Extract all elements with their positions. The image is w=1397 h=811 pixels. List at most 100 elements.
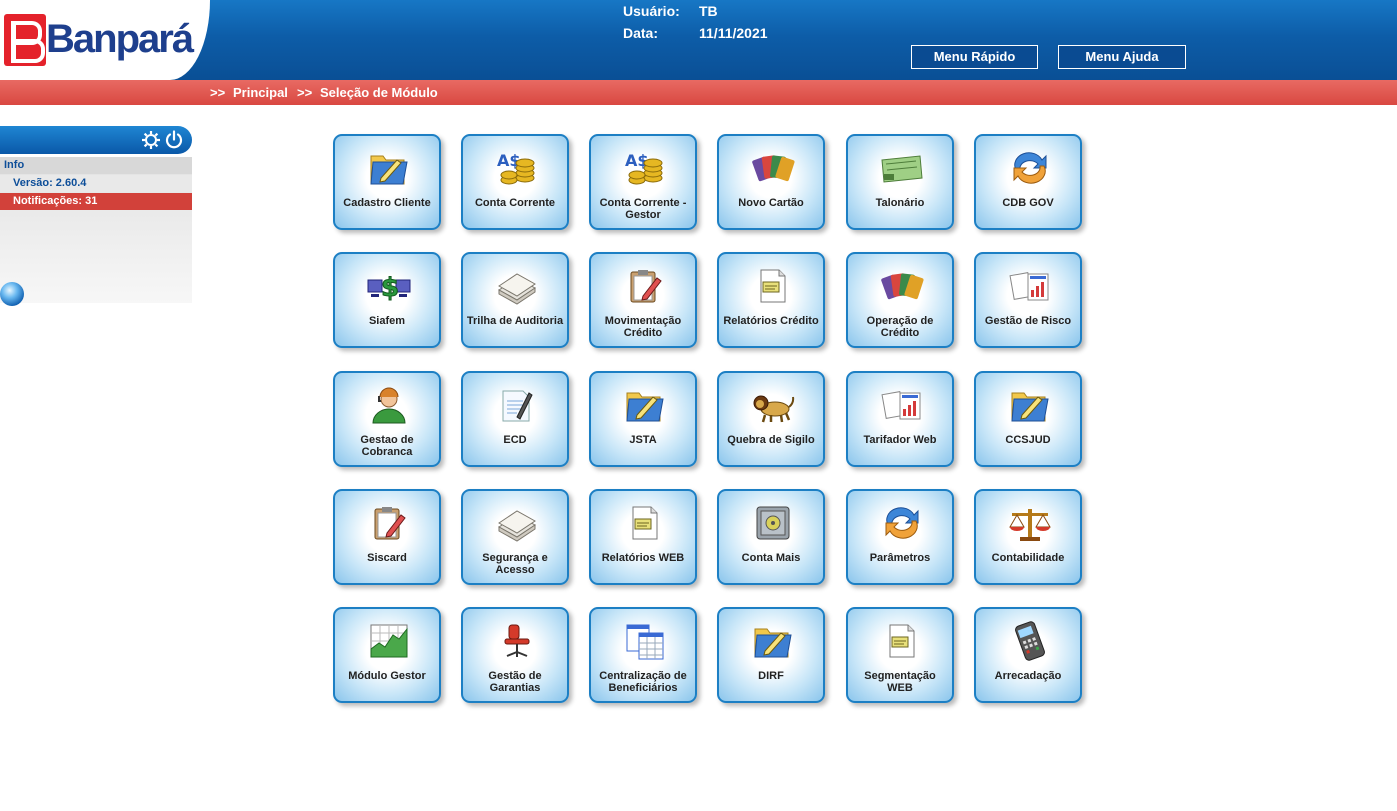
module-tile-arrecadacao[interactable]: Arrecadação	[974, 607, 1082, 703]
module-label: Novo Cartão	[738, 197, 804, 209]
svg-text:$: $	[381, 273, 399, 303]
module-label: Movimentação Crédito	[604, 315, 682, 339]
module-tile-relatorios-credito[interactable]: Relatórios Crédito	[717, 252, 825, 348]
logo: Banpará	[0, 0, 210, 80]
module-tile-ccsjud[interactable]: CCSJUD	[974, 371, 1082, 467]
module-tile-dirf[interactable]: DIRF	[717, 607, 825, 703]
operator-headset-icon	[367, 385, 411, 425]
module-label: Conta Mais	[741, 552, 801, 564]
sidebar-info-label: Info	[0, 157, 192, 174]
module-label: Conta Corrente - Gestor	[599, 197, 687, 221]
module-tile-jsta[interactable]: JSTA	[589, 371, 697, 467]
sidebar-version: Versão: 2.60.4	[0, 175, 192, 192]
module-label: Cadastro Cliente	[343, 197, 431, 209]
top-header: Banpará Usuário: TB Data: 11/11/2021 Men…	[0, 0, 1397, 80]
module-tile-contabilidade[interactable]: Contabilidade	[974, 489, 1082, 585]
settings-icon[interactable]	[141, 130, 161, 150]
brand-name: Banpará	[46, 17, 194, 61]
breadcrumb-separator: >>	[297, 85, 313, 100]
module-label: Operação de Crédito	[866, 315, 934, 339]
folder-pencil-icon	[623, 385, 667, 425]
refresh-arrows-icon	[1008, 148, 1052, 188]
sidebar-panel: Info Versão: 2.60.4 Notificações: 31	[0, 157, 192, 303]
module-label: Relatórios Crédito	[723, 315, 819, 327]
module-label: Módulo Gestor	[348, 670, 426, 682]
folder-pencil-icon	[367, 148, 411, 188]
module-tile-quebra-de-sigilo[interactable]: Quebra de Sigilo	[717, 371, 825, 467]
sidebar-notifications[interactable]: Notificações: 31	[0, 193, 192, 210]
module-label: Trilha de Auditoria	[466, 315, 564, 327]
module-tile-conta-corrente[interactable]: A$ Conta Corrente	[461, 134, 569, 230]
module-label: Gestão de Risco	[984, 315, 1072, 327]
module-tile-novo-cartao[interactable]: Novo Cartão	[717, 134, 825, 230]
module-tile-cadastro-cliente[interactable]: Cadastro Cliente	[333, 134, 441, 230]
module-label: Parâmetros	[869, 552, 931, 564]
report-document-icon	[751, 266, 795, 306]
breadcrumb-principal-link[interactable]: Principal	[233, 85, 288, 100]
module-label: Gestão de Garantias	[488, 670, 542, 694]
breadcrumb: >> Principal >> Seleção de Módulo	[0, 80, 1397, 105]
module-tile-ecd[interactable]: ECD	[461, 371, 569, 467]
module-label: Tarifador Web	[863, 434, 937, 446]
module-label: CDB GOV	[1002, 197, 1054, 209]
module-label: Centralização de Beneficiários	[599, 670, 687, 694]
folder-pencil-icon	[1008, 385, 1052, 425]
globe-icon[interactable]	[0, 282, 24, 306]
menu-rapido-button[interactable]: Menu Rápido	[911, 45, 1038, 69]
module-tile-talonario[interactable]: Talonário	[846, 134, 954, 230]
module-tile-seguranca-e-acesso[interactable]: Segurança e Acesso	[461, 489, 569, 585]
banpara-logo-icon	[4, 14, 46, 66]
clipboard-pencil-icon	[367, 503, 411, 543]
module-tile-operacao-de-credito[interactable]: Operação de Crédito	[846, 252, 954, 348]
checkbook-icon	[880, 148, 924, 188]
growth-chart-icon	[367, 621, 411, 661]
module-tile-siafem[interactable]: $ Siafem	[333, 252, 441, 348]
refresh-arrows-icon	[880, 503, 924, 543]
lion-icon	[751, 385, 795, 425]
paper-stack-icon	[495, 266, 539, 306]
office-chair-icon	[495, 621, 539, 661]
module-tile-tarifador-web[interactable]: Tarifador Web	[846, 371, 954, 467]
sidebar-header	[0, 126, 192, 154]
menu-ajuda-button[interactable]: Menu Ajuda	[1058, 45, 1186, 69]
module-label: Segurança e Acesso	[482, 552, 548, 576]
module-tile-trilha-de-auditoria[interactable]: Trilha de Auditoria	[461, 252, 569, 348]
safe-icon	[751, 503, 795, 543]
paper-stack-icon	[495, 503, 539, 543]
module-label: Siafem	[368, 315, 406, 327]
breadcrumb-separator: >>	[210, 85, 226, 100]
module-tile-cdb-gov[interactable]: CDB GOV	[974, 134, 1082, 230]
module-tile-conta-mais[interactable]: Conta Mais	[717, 489, 825, 585]
module-tile-gestao-de-garantias[interactable]: Gestão de Garantias	[461, 607, 569, 703]
module-tile-modulo-gestor[interactable]: Módulo Gestor	[333, 607, 441, 703]
module-tile-movimentacao-credito[interactable]: Movimentação Crédito	[589, 252, 697, 348]
module-tile-gestao-de-cobranca[interactable]: Gestao de Cobranca	[333, 371, 441, 467]
cards-icon	[751, 148, 795, 188]
report-document-icon	[880, 621, 924, 661]
module-label: CCSJUD	[1005, 434, 1051, 446]
user-value: TB	[699, 3, 718, 19]
module-tile-conta-corrente-gestor[interactable]: A$ Conta Corrente - Gestor	[589, 134, 697, 230]
module-label: DIRF	[758, 670, 784, 682]
module-tile-siscard[interactable]: Siscard	[333, 489, 441, 585]
charts-document-icon	[880, 385, 924, 425]
module-tile-segmentacao-web[interactable]: Segmentação WEB	[846, 607, 954, 703]
document-pen-icon	[495, 385, 539, 425]
module-tile-parametros[interactable]: Parâmetros	[846, 489, 954, 585]
user-label: Usuário:	[623, 3, 680, 19]
date-label: Data:	[623, 25, 659, 41]
module-label: JSTA	[629, 434, 657, 446]
module-tile-centralizacao-de-beneficiarios[interactable]: Centralização de Beneficiários	[589, 607, 697, 703]
module-label: Contabilidade	[991, 552, 1065, 564]
breadcrumb-current: Seleção de Módulo	[320, 85, 438, 100]
module-label: Quebra de Sigilo	[727, 434, 815, 446]
module-tile-relatorios-web[interactable]: Relatórios WEB	[589, 489, 697, 585]
module-label: Relatórios WEB	[601, 552, 685, 564]
module-tile-gestao-de-risco[interactable]: Gestão de Risco	[974, 252, 1082, 348]
coins-icon: A$	[623, 148, 667, 188]
module-label: Conta Corrente	[474, 197, 556, 209]
clipboard-pencil-icon	[623, 266, 667, 306]
module-label: Arrecadação	[994, 670, 1062, 682]
cards-icon	[880, 266, 924, 306]
power-icon[interactable]	[164, 130, 184, 150]
